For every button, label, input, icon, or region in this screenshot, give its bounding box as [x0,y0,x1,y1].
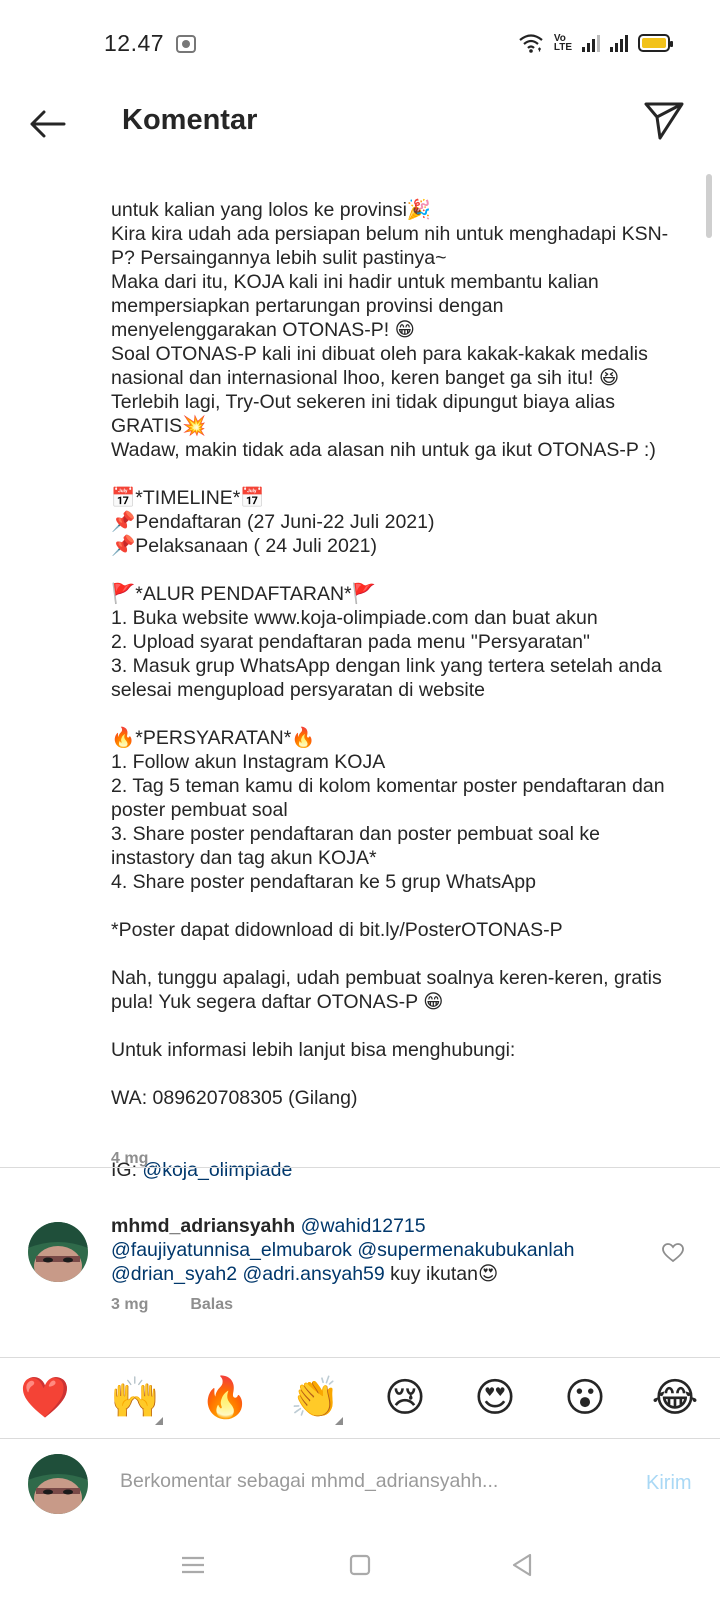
caption-line: 3. Masuk grup WhatsApp dengan link yang … [111,655,668,701]
page-title: Komentar [122,104,258,136]
caption-text: untuk kalian yang lolos ke provinsi🎉 Kira… [111,198,671,1110]
caption-line [111,894,671,918]
caption-line: 2. Upload syarat pendaftaran pada menu "… [111,631,590,653]
reply-button[interactable]: Balas [190,1296,233,1314]
caption-line [111,942,671,966]
arrow-left-icon[interactable] [26,102,70,146]
caption-line [111,702,671,726]
caption-line: Kira kira udah ada persiapan belum nih u… [111,223,669,269]
caption-line: 2. Tag 5 teman kamu di kolom komentar po… [111,775,670,821]
emoji-reaction-button[interactable]: ❤️ [15,1375,75,1421]
status-icons: Vo LTE [518,32,673,54]
status-bar: 12.47 Vo LTE [0,0,720,90]
home-square-icon[interactable] [345,1550,375,1580]
header: Komentar [0,90,720,162]
scrollbar[interactable] [706,174,712,238]
post-caption: untuk kalian yang lolos ke provinsi🎉 Kira… [111,162,671,1230]
volte-icon: Vo LTE [553,33,572,53]
divider [0,1167,720,1168]
emoji-reaction-button[interactable]: 😮 [555,1375,615,1421]
system-nav-bar [0,1530,720,1600]
comment-input[interactable] [120,1470,590,1493]
caption-line: Maka dari itu, KOJA kali ini hadir untuk… [111,271,605,341]
caption-line: 🔥*PERSYARATAN*🔥 [111,727,316,749]
variant-indicator-icon [335,1417,343,1425]
battery-level [642,38,666,48]
avatar [28,1454,88,1514]
caption-timestamp: 4 mg [111,1150,149,1167]
menu-icon[interactable] [178,1550,208,1580]
notification-icon [176,35,196,53]
avatar-image [28,1222,88,1282]
emoji-glyph: ❤️ [20,1376,70,1420]
emoji-reaction-button[interactable]: 🔥 [195,1375,255,1421]
caption-line: 4. Share poster pendaftaran ke 5 grup Wh… [111,871,536,893]
ig-handle-link[interactable]: @koja_olimpiade [142,1159,292,1181]
wifi-icon [519,34,543,53]
avatar[interactable] [28,1222,88,1282]
emoji-reaction-button[interactable]: 👏 [285,1375,345,1425]
signal-icon [610,34,628,52]
send-icon[interactable] [642,98,686,142]
caption-line: 1. Follow akun Instagram KOJA [111,751,386,773]
emoji-reaction-button[interactable]: 😢 [375,1375,435,1421]
caption-line: Soal OTONAS-P kali ini dibuat oleh para … [111,343,654,389]
caption-line: 3. Share poster pendaftaran dan poster p… [111,823,606,869]
status-time: 12.47 [104,30,165,56]
caption-line: Nah, tunggu apalagi, udah pembuat soalny… [111,967,668,1013]
caption-line: WA: 089620708305 (Gilang) [111,1087,358,1109]
heart-icon[interactable] [662,1243,684,1263]
signal-icon [582,34,600,52]
caption-line: Untuk informasi lebih lanjut bisa menghu… [111,1039,516,1061]
comment-item: mhmd_adriansyahh @wahid12715 @faujiyatun… [0,1190,720,1320]
comment-username[interactable]: mhmd_adriansyahh [111,1215,295,1237]
caption-line: 🚩*ALUR PENDAFTARAN*🚩 [111,583,376,605]
emoji-glyph: 👏 [290,1376,340,1420]
emoji-glyph: 🔥 [200,1376,250,1420]
comment-message: kuy ikutan😍 [384,1263,499,1285]
caption-line [111,462,671,486]
comment-meta: 3 mg Balas [111,1296,233,1314]
variant-indicator-icon [155,1417,163,1425]
emoji-quick-bar: ❤️ 🙌 🔥 👏 😢 😍 😮 😂 [0,1357,720,1439]
emoji-glyph: 😢 [384,1376,426,1420]
emoji-reaction-button[interactable]: 😍 [465,1375,525,1421]
back-triangle-icon[interactable] [508,1550,538,1580]
caption-line: Terlebih lagi, Try-Out sekeren ini tidak… [111,391,621,437]
caption-line [111,1014,671,1038]
emoji-glyph: 😂 [651,1376,699,1420]
caption-line: Wadaw, makin tidak ada alasan nih untuk … [111,439,656,461]
emoji-reaction-button[interactable]: 😂 [645,1375,705,1421]
emoji-glyph: 🙌 [110,1376,160,1420]
caption-line [111,558,671,582]
caption-line: 1. Buka website www.koja-olimpiade.com d… [111,607,598,629]
avatar-image [28,1454,88,1514]
caption-line [111,1062,671,1086]
emoji-reaction-button[interactable]: 🙌 [105,1375,165,1425]
emoji-glyph: 😍 [474,1376,516,1420]
send-comment-button[interactable]: Kirim [646,1472,692,1495]
caption-line: 📅*TIMELINE*📅 [111,487,265,509]
caption-line: 📌Pendaftaran (27 Juni-22 Juli 2021) [111,511,435,533]
caption-line: 📌Pelaksanaan ( 24 Juli 2021) [111,535,378,557]
battery-icon [638,34,673,52]
comment-body: mhmd_adriansyahh @wahid12715 @faujiyatun… [111,1214,631,1286]
comment-timestamp: 3 mg [111,1296,149,1313]
caption-ig-line: IG: @koja_olimpiade [111,1158,671,1182]
comment-composer: Kirim [0,1440,720,1530]
emoji-glyph: 😮 [564,1376,606,1420]
caption-line: *Poster dapat didownload di bit.ly/Poste… [111,919,563,941]
comments-scroll-area[interactable]: untuk kalian yang lolos ke provinsi🎉 Kira… [0,162,720,1357]
caption-line: untuk kalian yang lolos ke provinsi🎉 [111,199,432,221]
